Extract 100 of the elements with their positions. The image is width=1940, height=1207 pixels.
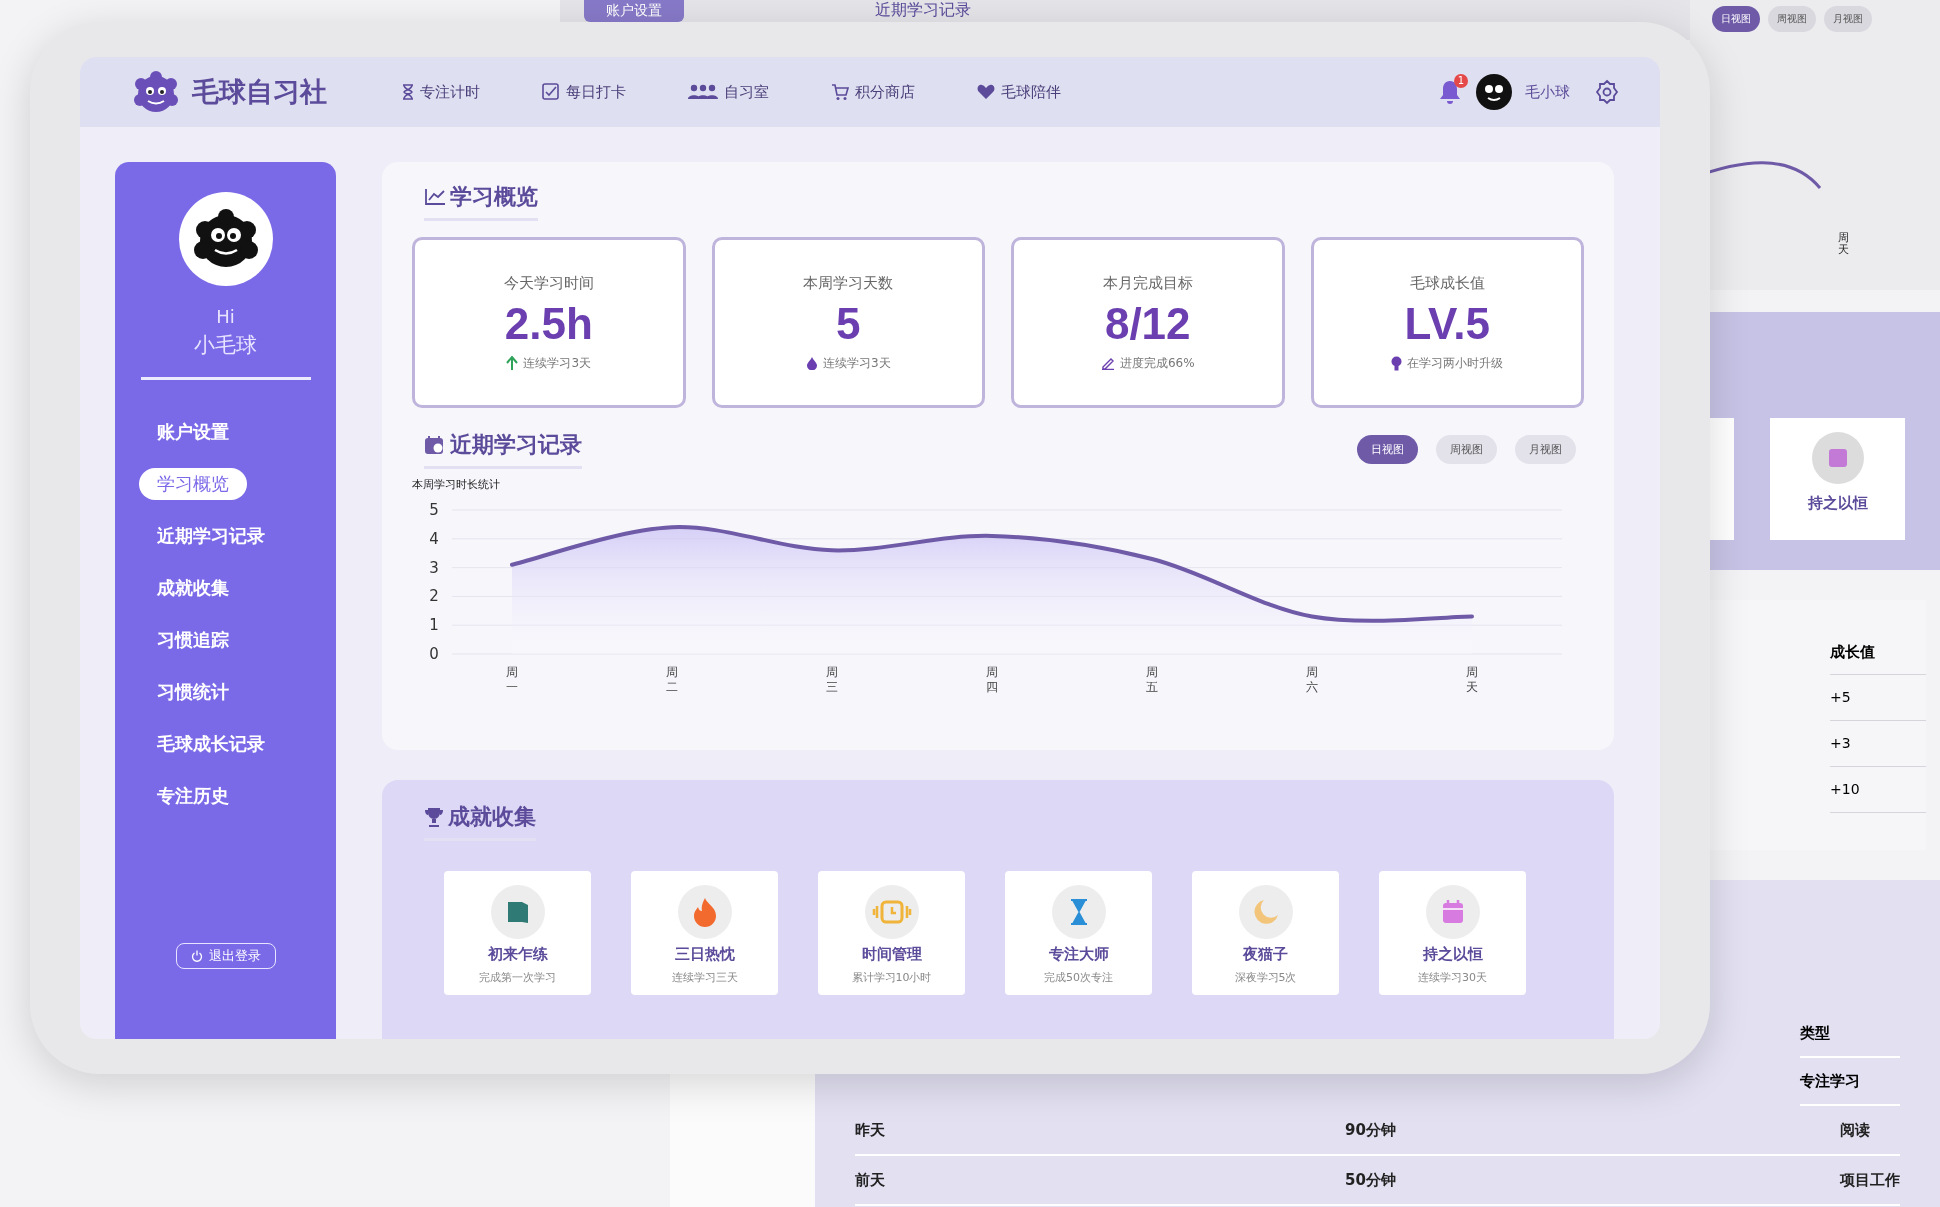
drop-icon bbox=[805, 356, 818, 370]
achievement-description: 连续学习30天 bbox=[1418, 970, 1487, 985]
x-tick-label: 周一 bbox=[506, 665, 518, 694]
section-title: 近期学习记录 bbox=[875, 0, 971, 21]
stat-value: 5 bbox=[836, 298, 861, 349]
stat-value: LV.5 bbox=[1404, 298, 1491, 349]
achievement-name: 初来乍练 bbox=[487, 945, 548, 964]
notification-badge: 1 bbox=[1454, 74, 1468, 88]
pen-icon bbox=[1100, 356, 1115, 370]
chart-title: 本周学习时长统计 bbox=[412, 477, 501, 492]
section-title: 学习概览 bbox=[450, 183, 538, 211]
calendar-icon bbox=[1811, 432, 1864, 484]
power-icon bbox=[190, 950, 203, 962]
achievement-description: 连续学习三天 bbox=[671, 970, 738, 985]
checkbox-icon bbox=[542, 83, 560, 101]
line-chart-icon bbox=[424, 188, 446, 206]
sidebar-item[interactable]: 习惯统计 bbox=[139, 676, 247, 708]
sidebar-item[interactable]: 账户设置 bbox=[139, 416, 247, 448]
sidebar-item[interactable]: 习惯追踪 bbox=[139, 624, 247, 656]
achievement-description: 完成50次专注 bbox=[1044, 970, 1113, 985]
table-cell: 专注学习 bbox=[1800, 1058, 1900, 1106]
view-button[interactable]: 日视图 bbox=[1357, 435, 1418, 464]
x-tick-label: 周五 bbox=[1146, 665, 1158, 694]
x-tick-label: 周二 bbox=[666, 665, 678, 694]
achievement-name: 专注大师 bbox=[1048, 945, 1109, 964]
nav-link[interactable]: 专注计时 bbox=[402, 82, 480, 102]
sidebar-item[interactable]: 专注历史 bbox=[139, 780, 247, 812]
x-tick-label: 周三 bbox=[826, 665, 838, 694]
heart-icon bbox=[977, 84, 995, 100]
stat-note: 连续学习3天 bbox=[822, 354, 891, 372]
nav-link[interactable]: 每日打卡 bbox=[542, 82, 626, 102]
achievement-name: 持之以恒 bbox=[1807, 494, 1868, 513]
x-tick-label: 周天 bbox=[1466, 665, 1478, 694]
sidebar-item[interactable]: 学习概览 bbox=[139, 468, 247, 500]
section-title: 成就收集 bbox=[448, 803, 536, 831]
up-arrow-icon bbox=[506, 356, 519, 370]
table-cell: +10 bbox=[1830, 767, 1926, 813]
user-nickname: 小毛球 bbox=[194, 332, 257, 359]
column-header: 成长值 bbox=[1830, 630, 1926, 675]
table-cell: +3 bbox=[1830, 721, 1926, 767]
stat-label: 今天学习时间 bbox=[503, 273, 594, 293]
y-tick-label: 1 bbox=[429, 616, 439, 635]
nav-link[interactable]: 自习室 bbox=[688, 82, 769, 102]
settings-icon[interactable] bbox=[1594, 79, 1620, 105]
achievement-name: 夜猫子 bbox=[1243, 945, 1288, 964]
stat-value: 8/12 bbox=[1104, 298, 1191, 349]
view-button[interactable]: 周视图 bbox=[1436, 435, 1497, 464]
view-button[interactable]: 月视图 bbox=[1515, 435, 1576, 464]
mascot-logo-icon bbox=[132, 70, 180, 114]
stat-label: 毛球成长值 bbox=[1409, 273, 1485, 293]
stat-value: 2.5h bbox=[504, 298, 593, 349]
logout-button[interactable]: 退出登录 bbox=[175, 943, 276, 969]
nav-link[interactable]: 积分商店 bbox=[831, 82, 915, 102]
y-tick-label: 0 bbox=[429, 645, 439, 663]
hourglass-icon bbox=[402, 84, 414, 100]
view-button[interactable]: 日视图 bbox=[1712, 6, 1760, 32]
avatar-mascot-icon bbox=[1475, 73, 1513, 111]
sidebar-item[interactable]: 成就收集 bbox=[139, 572, 247, 604]
app-logo-text: 毛球自习社 bbox=[192, 75, 327, 109]
table-cell-text: 昨天 bbox=[855, 1120, 886, 1140]
x-tick-label: 周六 bbox=[1306, 665, 1318, 694]
view-button[interactable]: 月视图 bbox=[1824, 6, 1872, 32]
achievement-name: 时间管理 bbox=[861, 945, 922, 964]
table-cell: +5 bbox=[1830, 675, 1926, 721]
sidebar-item[interactable]: 近期学习记录 bbox=[139, 520, 283, 552]
sidebar-item[interactable]: 毛球成长记录 bbox=[139, 728, 283, 760]
achievement-name: 三日热忱 bbox=[674, 945, 735, 964]
y-tick-label: 2 bbox=[429, 587, 439, 606]
user-name: 毛小球 bbox=[1525, 82, 1570, 102]
x-tick-label: 周四 bbox=[986, 665, 998, 694]
view-button[interactable]: 周视图 bbox=[1768, 6, 1816, 32]
lightbulb-icon bbox=[1391, 355, 1403, 371]
table-cell-text: 50分钟 bbox=[1345, 1170, 1397, 1190]
achievement-description: 完成第一次学习 bbox=[479, 970, 556, 985]
achievement-description: 累计学习10小时 bbox=[851, 970, 932, 985]
trophy-icon bbox=[424, 807, 444, 827]
table-cell-text: 90分钟 bbox=[1345, 1120, 1397, 1140]
stat-note: 连续学习3天 bbox=[523, 354, 592, 372]
y-tick-label: 5 bbox=[429, 501, 439, 519]
y-tick-label: 3 bbox=[429, 558, 439, 577]
people-icon bbox=[688, 84, 718, 100]
stat-note: 在学习两小时升级 bbox=[1407, 354, 1504, 372]
section-title: 近期学习记录 bbox=[450, 431, 582, 459]
table-cell: 类型 bbox=[1800, 1010, 1900, 1058]
achievement-name: 持之以恒 bbox=[1422, 945, 1483, 964]
greeting-text: Hi bbox=[216, 306, 235, 327]
stat-label: 本月完成目标 bbox=[1102, 273, 1193, 293]
table-cell: 项目工作 bbox=[1840, 1170, 1900, 1190]
axis-label: 周天 bbox=[1838, 232, 1849, 257]
table-cell-text: 前天 bbox=[855, 1170, 886, 1190]
calendar-icon bbox=[424, 435, 446, 455]
cart-icon bbox=[831, 83, 849, 101]
stat-note: 进度完成66% bbox=[1119, 354, 1195, 372]
nav-link[interactable]: 毛球陪伴 bbox=[977, 82, 1061, 102]
y-tick-label: 4 bbox=[429, 529, 439, 548]
table-cell: 阅读 bbox=[1840, 1120, 1870, 1140]
account-settings-button[interactable]: 账户设置 bbox=[584, 0, 684, 22]
stat-label: 本周学习天数 bbox=[803, 273, 894, 293]
bell-icon[interactable] bbox=[1437, 78, 1463, 106]
achievement-description: 深夜学习5次 bbox=[1234, 970, 1297, 985]
